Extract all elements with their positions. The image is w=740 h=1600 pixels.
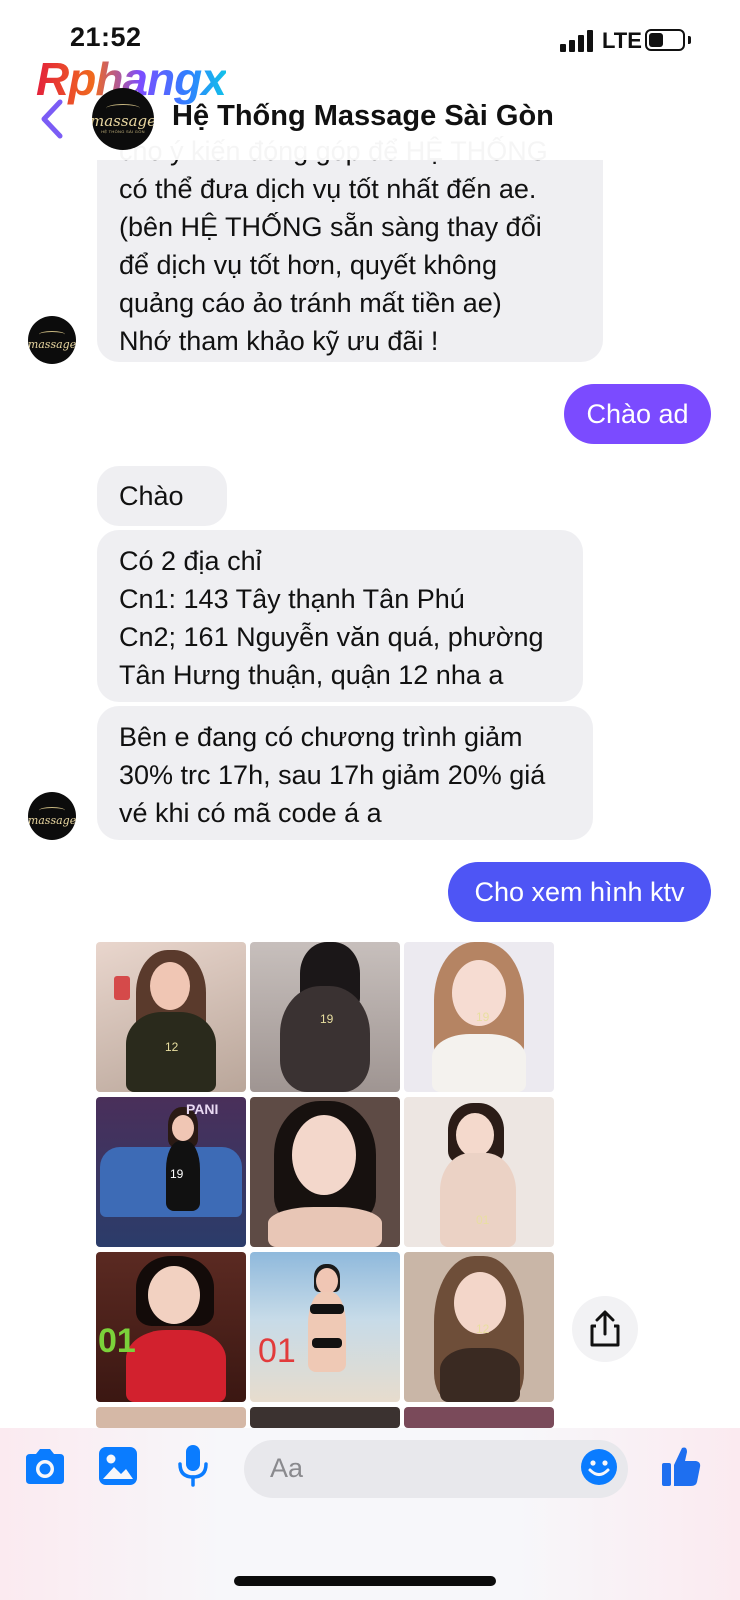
sender-avatar[interactable]: massage — [28, 316, 76, 364]
message-line: (bên HỆ THỐNG sẵn sàng thay đổi — [119, 212, 542, 242]
outgoing-message[interactable]: Chào ad — [564, 384, 711, 444]
camera-button[interactable] — [22, 1448, 66, 1491]
photo-thumbnail[interactable]: 12 — [404, 1252, 554, 1402]
avatar-logo-text: massage — [28, 337, 76, 351]
share-button[interactable] — [572, 1296, 638, 1362]
battery-icon — [645, 29, 685, 51]
incoming-message[interactable]: Chào a — [97, 466, 227, 571]
photo-number: 01 — [98, 1322, 136, 1360]
photo-thumbnail[interactable]: 01 — [250, 1252, 400, 1402]
message-line: Cn1: 143 Tây thạnh Tân Phú — [119, 584, 465, 614]
photo-thumbnail[interactable]: 01 — [96, 1252, 246, 1402]
message-line: Bên e đang có chương trình giảm — [119, 722, 523, 752]
photo-thumbnail[interactable] — [96, 1407, 246, 1428]
logo-swoosh-icon — [39, 806, 65, 814]
message-text: Cho xem hình ktv — [474, 876, 685, 907]
message-line: Tân Hưng thuận, quận 12 nha a — [119, 660, 504, 690]
incoming-message[interactable]: Bên e đang có chương trình giảm 30% trc … — [97, 706, 593, 840]
photo-thumbnail[interactable]: PANI 19 — [96, 1097, 246, 1247]
back-button[interactable] — [34, 94, 74, 144]
avatar-logo-subtext: HỆ THỐNG SÀI GÒN — [101, 129, 145, 134]
emoji-button[interactable] — [580, 1448, 618, 1491]
photo-thumbnail[interactable] — [404, 1407, 554, 1428]
message-line: vé khi có mã code á a — [119, 798, 382, 828]
message-line: Có 2 địa chỉ — [119, 546, 262, 576]
photo-number: 01 — [476, 1213, 490, 1227]
message-line: có thể đưa dịch vụ tốt nhất đến ae. — [119, 174, 537, 204]
microphone-icon — [178, 1445, 208, 1487]
photo-thumbnail[interactable]: 19 — [404, 942, 554, 1092]
like-button[interactable] — [660, 1444, 702, 1493]
gallery-button[interactable] — [98, 1446, 138, 1491]
background-sign-text: PANI — [186, 1101, 219, 1117]
chat-avatar[interactable]: massage HỆ THỐNG SÀI GÒN — [92, 88, 154, 150]
outgoing-message[interactable]: Cho xem hình ktv — [448, 862, 711, 922]
avatar-logo-text: massage — [92, 112, 154, 130]
message-line: 30% trc 17h, sau 17h giảm 20% giá — [119, 760, 546, 790]
photo-number: 19 — [320, 1012, 334, 1026]
photo-number: 01 — [258, 1332, 296, 1370]
avatar-logo-text: massage — [28, 813, 76, 827]
sender-avatar[interactable]: massage — [28, 792, 76, 840]
photo-number: 12 — [476, 1322, 490, 1336]
gallery-icon — [99, 1447, 137, 1485]
photo-number: 12 — [165, 1040, 179, 1054]
photo-number: 19 — [170, 1167, 184, 1181]
share-icon — [590, 1310, 620, 1347]
message-input-placeholder: Aa — [270, 1453, 304, 1483]
status-time: 21:52 — [70, 22, 142, 52]
logo-swoosh-icon — [39, 330, 65, 338]
message-text: Chào ad — [586, 398, 689, 429]
thumbs-up-icon — [662, 1447, 701, 1486]
photo-thumbnail[interactable]: 12 — [96, 942, 246, 1092]
battery-level-fill — [649, 33, 663, 47]
signal-strength-icon — [560, 30, 596, 52]
message-line: quảng cáo ảo tránh mất tiền ae) — [119, 288, 502, 318]
camera-icon — [26, 1449, 64, 1484]
voice-button[interactable] — [176, 1444, 210, 1493]
battery-tip — [688, 36, 691, 44]
chat-title[interactable]: Hệ Thống Massage Sài Gòn — [172, 100, 554, 133]
home-indicator — [234, 1576, 496, 1586]
message-line: Cn2; 161 Nguyễn văn quá, phường — [119, 622, 544, 652]
emoji-icon — [581, 1449, 617, 1485]
network-type: LTE — [602, 28, 642, 53]
back-chevron-icon — [41, 99, 63, 139]
incoming-message[interactable]: Có 2 địa chỉ Cn1: 143 Tây thạnh Tân Phú … — [97, 530, 583, 702]
photo-number: 19 — [476, 1010, 490, 1024]
photo-thumbnail[interactable]: 01 — [404, 1097, 554, 1247]
photo-thumbnail[interactable] — [250, 1407, 400, 1428]
message-line: Nhớ tham khảo kỹ ưu đãi ! — [119, 326, 439, 356]
photo-thumbnail[interactable] — [250, 1097, 400, 1247]
photo-thumbnail[interactable]: 19 — [250, 942, 400, 1092]
message-line: để dịch vụ tốt hơn, quyết không — [119, 250, 497, 280]
